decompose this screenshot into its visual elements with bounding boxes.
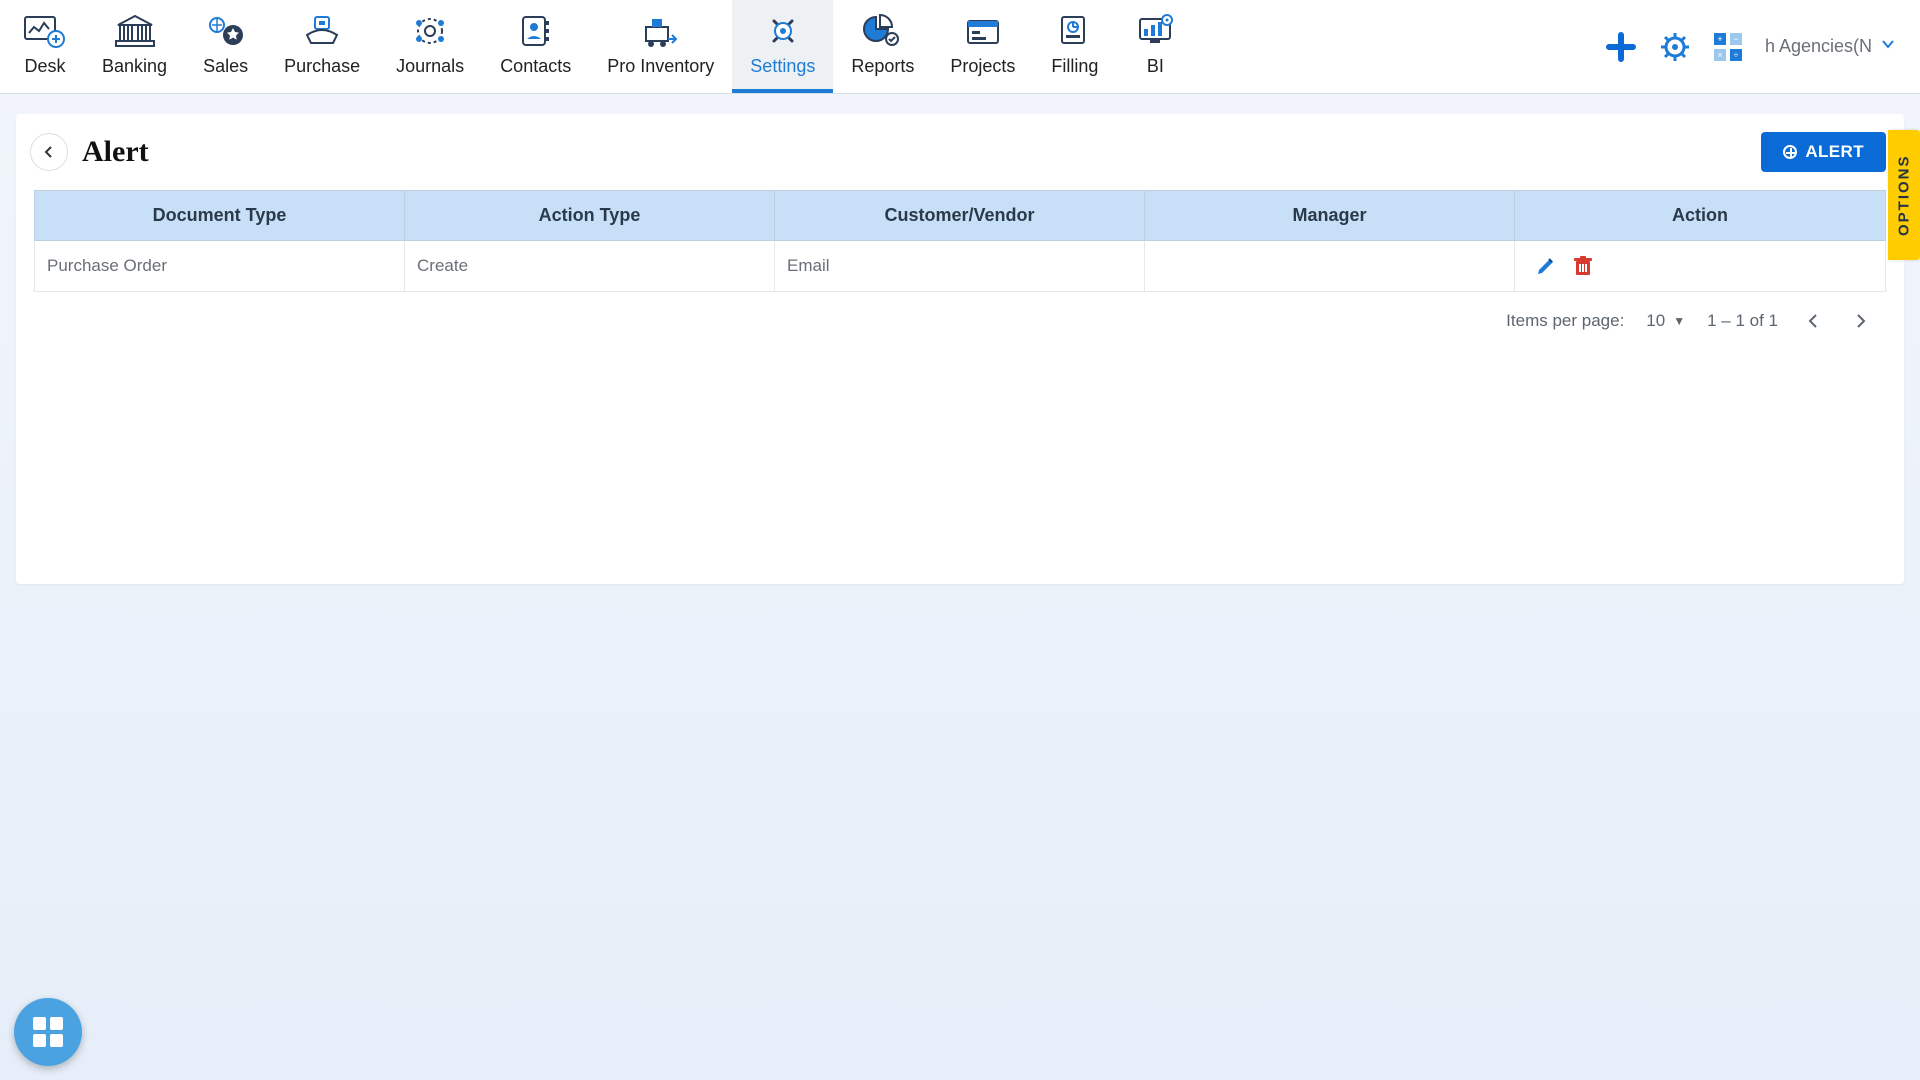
delete-button[interactable] xyxy=(1573,255,1593,277)
nav-label: Reports xyxy=(851,56,914,77)
nav-label: Filling xyxy=(1051,56,1098,77)
nav-label: Projects xyxy=(950,56,1015,77)
nav-label: BI xyxy=(1147,56,1164,77)
contacts-icon xyxy=(515,12,557,50)
nav-tab-projects[interactable]: Projects xyxy=(932,0,1033,93)
create-alert-button[interactable]: ALERT xyxy=(1761,132,1886,172)
next-page-button[interactable] xyxy=(1848,308,1874,334)
settings-icon xyxy=(762,12,804,50)
purchase-icon xyxy=(301,12,343,50)
nav-label: Sales xyxy=(203,56,248,77)
back-button[interactable] xyxy=(30,133,68,171)
prev-page-button[interactable] xyxy=(1800,308,1826,334)
caret-down-icon: ▼ xyxy=(1673,314,1685,328)
items-per-page-select[interactable]: 10 ▼ xyxy=(1646,311,1685,331)
journals-icon xyxy=(409,12,451,50)
nav-tabs: Desk Banking Sales Purchase Journals xyxy=(6,0,1194,93)
banking-icon xyxy=(114,12,156,50)
chevron-down-icon xyxy=(1880,36,1896,57)
cell-cust-vendor: Email xyxy=(775,241,1145,292)
alert-button-label: ALERT xyxy=(1805,142,1864,162)
items-per-page-value: 10 xyxy=(1646,311,1665,331)
alerts-table: Document Type Action Type Customer/Vendo… xyxy=(34,190,1886,292)
topbar-right-actions: + − × ÷ h Agencies(N xyxy=(1605,0,1902,93)
nav-tab-reports[interactable]: Reports xyxy=(833,0,932,93)
bi-icon xyxy=(1134,12,1176,50)
nav-label: Banking xyxy=(102,56,167,77)
alert-card: Alert ALERT Document Type Action Type Cu… xyxy=(16,114,1904,584)
edit-button[interactable] xyxy=(1535,255,1557,277)
nav-tab-desk[interactable]: Desk xyxy=(6,0,84,93)
th-manager: Manager xyxy=(1145,191,1515,241)
svg-text:+: + xyxy=(1717,34,1722,44)
cell-action-type: Create xyxy=(405,241,775,292)
nav-tab-contacts[interactable]: Contacts xyxy=(482,0,589,93)
plus-circle-icon xyxy=(1783,145,1797,159)
nav-label: Journals xyxy=(396,56,464,77)
desk-icon xyxy=(24,12,66,50)
nav-tab-banking[interactable]: Banking xyxy=(84,0,185,93)
org-selector[interactable]: h Agencies(N xyxy=(1765,36,1896,57)
svg-text:×: × xyxy=(1717,50,1722,60)
nav-label: Pro Inventory xyxy=(607,56,714,77)
nav-label: Contacts xyxy=(500,56,571,77)
app-launcher-fab[interactable] xyxy=(14,998,82,1066)
apps-button[interactable]: + − × ÷ xyxy=(1713,32,1743,62)
nav-label: Purchase xyxy=(284,56,360,77)
paginator: Items per page: 10 ▼ 1 – 1 of 1 xyxy=(16,292,1904,334)
sales-icon xyxy=(205,12,247,50)
nav-tab-sales[interactable]: Sales xyxy=(185,0,266,93)
th-document-type: Document Type xyxy=(35,191,405,241)
options-side-tab[interactable]: OPTIONS xyxy=(1888,130,1920,260)
projects-icon xyxy=(962,12,1004,50)
nav-tab-bi[interactable]: BI xyxy=(1116,0,1194,93)
grid-icon xyxy=(33,1017,63,1047)
items-per-page-label: Items per page: xyxy=(1506,311,1624,331)
nav-tab-purchase[interactable]: Purchase xyxy=(266,0,378,93)
cell-doc-type: Purchase Order xyxy=(35,241,405,292)
quick-add-button[interactable] xyxy=(1605,31,1637,63)
svg-text:−: − xyxy=(1733,34,1738,44)
nav-label: Settings xyxy=(750,56,815,77)
page-title: Alert xyxy=(82,135,149,169)
nav-tab-filling[interactable]: Filling xyxy=(1033,0,1116,93)
nav-tab-pro-inventory[interactable]: Pro Inventory xyxy=(589,0,732,93)
th-action: Action xyxy=(1515,191,1886,241)
th-customer-vendor: Customer/Vendor xyxy=(775,191,1145,241)
filling-icon xyxy=(1054,12,1096,50)
th-action-type: Action Type xyxy=(405,191,775,241)
nav-tab-settings[interactable]: Settings xyxy=(732,0,833,93)
table-row: Purchase Order Create Email xyxy=(35,241,1886,292)
reports-icon xyxy=(862,12,904,50)
page-range-label: 1 – 1 of 1 xyxy=(1707,311,1778,331)
global-settings-button[interactable] xyxy=(1659,31,1691,63)
cell-actions xyxy=(1515,241,1886,292)
top-navbar: Desk Banking Sales Purchase Journals xyxy=(0,0,1920,94)
org-label: h Agencies(N xyxy=(1765,36,1872,57)
nav-tab-journals[interactable]: Journals xyxy=(378,0,482,93)
nav-label: Desk xyxy=(24,56,65,77)
svg-text:÷: ÷ xyxy=(1733,50,1738,60)
cell-manager xyxy=(1145,241,1515,292)
inventory-icon xyxy=(640,12,682,50)
